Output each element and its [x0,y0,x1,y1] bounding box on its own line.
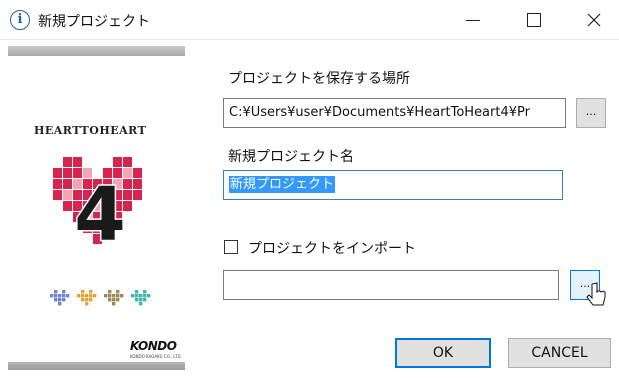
mini-heart-pixel [135,298,139,302]
maker-logo: KONDO KONDO KAGAKU CO., LTD. [130,339,182,359]
mini-heart-pixel [112,302,116,306]
mini-heart-pixel [81,298,85,302]
mini-heart-pixel [85,302,89,306]
mini-heart-pixel [143,290,147,294]
maker-subtitle: KONDO KAGAKU CO., LTD. [130,354,182,359]
import-path-field[interactable] [223,270,559,300]
heart-pixel [63,157,72,167]
heart-pixel [123,157,132,167]
heart-pixel [63,201,72,211]
mini-heart-pixel [112,298,116,302]
import-label[interactable]: プロジェクトをインポート [248,238,416,258]
info-icon: i [10,10,30,30]
heart-pixel [53,179,62,189]
mini-heart-pixel [62,290,66,294]
mini-heart-pixel [116,290,120,294]
save-location-field[interactable]: C:¥Users¥user¥Documents¥HeartToHeart4¥Pr [223,98,566,128]
heart-pixel [113,157,122,167]
mini-hearts-icon [50,290,151,306]
mini-heart-pixel [120,294,124,298]
cancel-button[interactable]: CANCEL [508,338,611,368]
mini-heart-pixel [108,294,112,298]
window-title: 新規プロジェクト [38,14,150,30]
maker-name: KONDO [130,339,177,353]
mini-heart-pixel [85,294,89,298]
heart-pixel [53,168,62,178]
mini-heart-pixel [139,294,143,298]
mini-heart-pixel [58,294,62,298]
ok-button[interactable]: OK [395,338,491,368]
mini-heart-pixel [131,294,135,298]
project-name-field[interactable]: 新規プロジェクト [223,170,563,200]
mini-heart-pixel [54,290,58,294]
mini-heart-pixel [108,298,112,302]
import-checkbox[interactable] [224,240,238,254]
heart-pixel [133,190,142,200]
heart-pixel [73,157,82,167]
mini-heart-pixel [58,298,62,302]
heart-pixel [133,168,142,178]
mini-heart-pixel [54,298,58,302]
heart-pixel [53,190,62,200]
heart-pixel [63,190,72,200]
title-bar: i 新規プロジェクト [0,0,619,40]
mini-heart-pixel [62,298,66,302]
browse-save-location-button[interactable]: ... [576,98,606,128]
close-icon [587,13,601,27]
mini-heart-pixel [143,298,147,302]
mini-heart-pixel [66,294,70,298]
mini-heart-pixel [116,294,120,298]
brand-name: HEARTTOHEART [34,124,147,137]
mini-heart-pixel [62,294,66,298]
project-name-label: 新規プロジェクト名 [228,149,354,165]
heart-logo-icon: 4 [53,157,142,260]
heart-pixel [63,168,72,178]
mini-heart-pixel [89,298,93,302]
mini-heart-pixel [135,294,139,298]
mouse-cursor-icon [586,282,606,306]
top-band [8,46,185,56]
maximize-button[interactable] [510,0,556,40]
big-number: 4 [74,172,126,258]
minimize-button[interactable] [449,0,495,40]
heart-pixel [133,179,142,189]
mini-heart-pixel [77,294,81,298]
mini-heart-pixel [89,294,93,298]
mini-heart-pixel [89,290,93,294]
mini-heart-pixel [93,294,97,298]
mini-heart-pixel [58,302,62,306]
mini-heart-pixel [139,298,143,302]
bottom-band [8,362,185,370]
mini-heart-pixel [143,294,147,298]
mini-heart-pixel [116,298,120,302]
project-name-selected-text: 新規プロジェクト [229,176,336,193]
mini-heart-pixel [135,290,139,294]
close-button[interactable] [571,0,617,40]
heart-pixel [63,179,72,189]
mini-heart-pixel [81,294,85,298]
mini-heart-pixel [139,302,143,306]
mini-heart-pixel [85,298,89,302]
mini-heart-pixel [112,294,116,298]
save-location-label: プロジェクトを保存する場所 [228,71,410,87]
mini-heart-pixel [50,294,54,298]
mini-heart-pixel [147,294,151,298]
mini-heart-pixel [108,290,112,294]
branding-panel: HEARTTOHEART 4 KONDO KONDO KAGAKU CO., L… [8,44,185,370]
mini-heart-pixel [81,290,85,294]
mini-heart-pixel [54,294,58,298]
mini-heart-pixel [104,294,108,298]
